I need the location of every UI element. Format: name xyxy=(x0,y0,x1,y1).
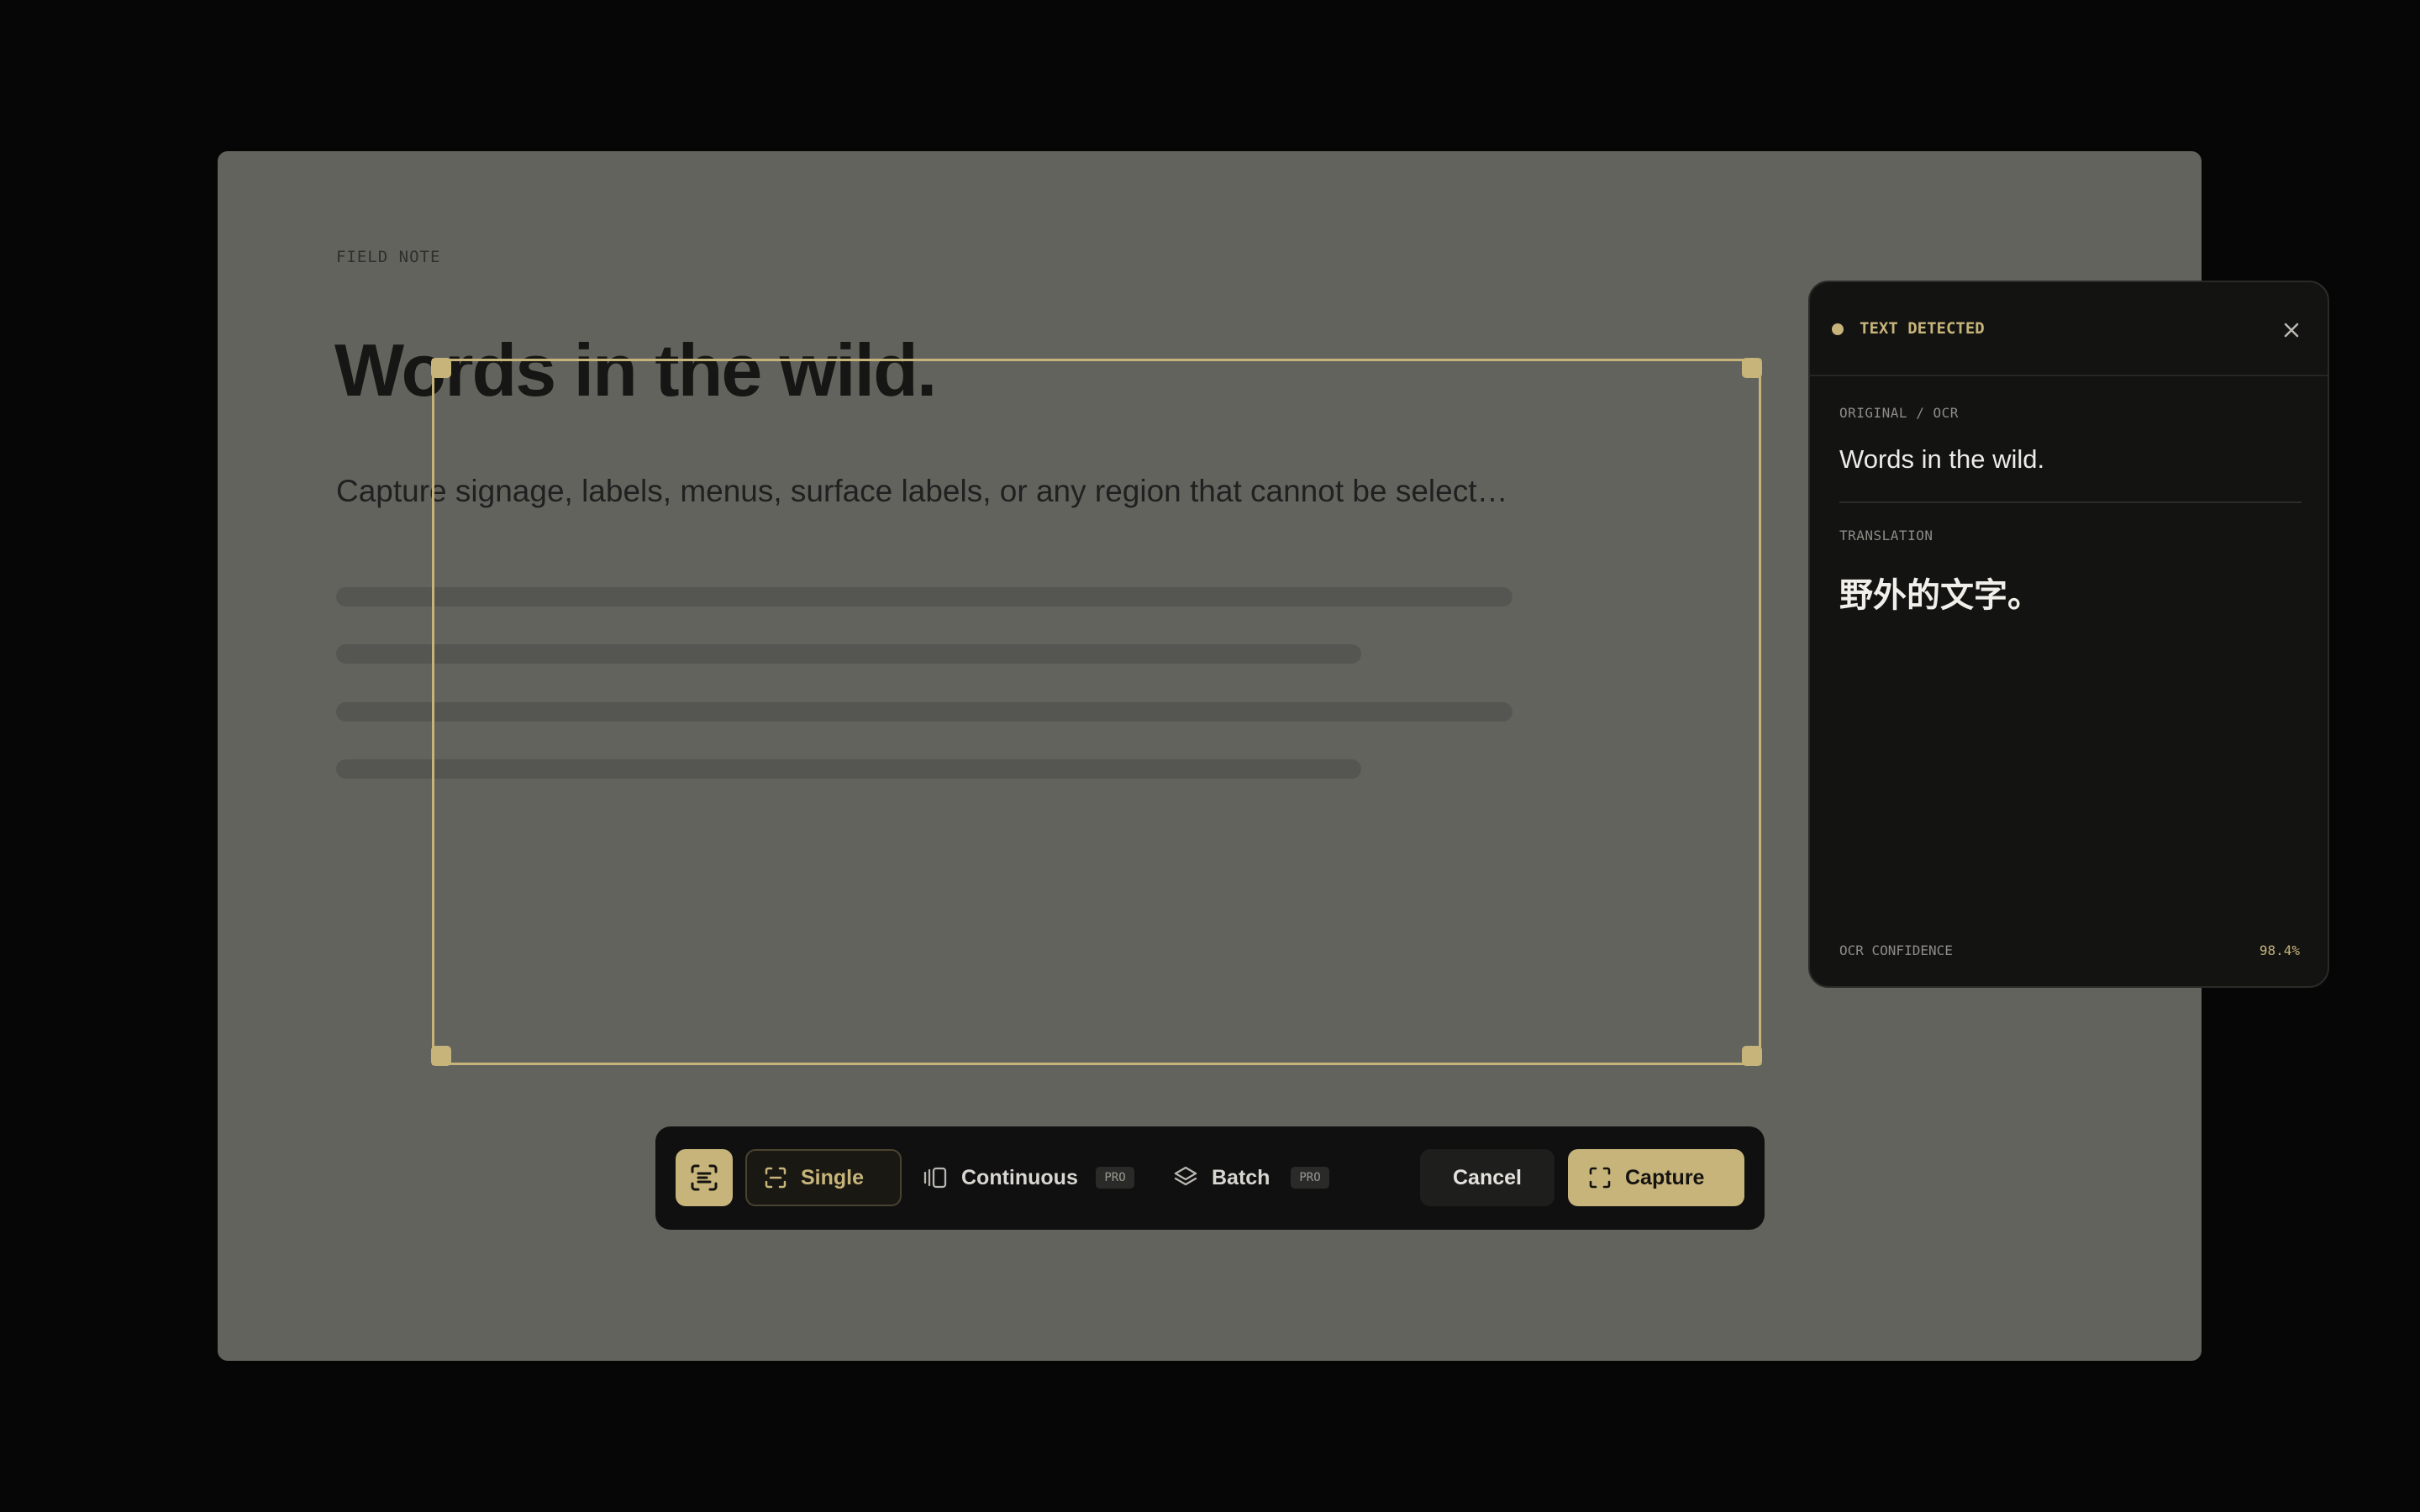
mode-continuous-label: Continuous xyxy=(961,1165,1078,1189)
status-label: TEXT DETECTED xyxy=(1860,319,1985,338)
capture-toolbar: Single Continuous PRO Batch PRO Cancel C… xyxy=(655,1126,1765,1230)
close-button[interactable] xyxy=(2281,319,2302,341)
mode-single-label: Single xyxy=(801,1165,865,1189)
original-section-label: ORIGINAL / OCR xyxy=(1839,405,1959,421)
text-scan-icon xyxy=(691,1164,718,1191)
status-dot-icon xyxy=(1832,323,1844,335)
capture-button[interactable]: Capture xyxy=(1568,1149,1744,1206)
resize-handle-top-right[interactable] xyxy=(1742,358,1762,378)
eyebrow-label: FIELD NOTE xyxy=(336,248,441,266)
resize-handle-bottom-left[interactable] xyxy=(431,1046,451,1066)
scan-frame-icon xyxy=(765,1167,786,1189)
mode-batch-button[interactable]: Batch xyxy=(1173,1149,1270,1206)
mode-batch-label: Batch xyxy=(1212,1165,1270,1189)
resize-handle-bottom-right[interactable] xyxy=(1742,1046,1762,1066)
capture-label: Capture xyxy=(1625,1165,1705,1189)
capture-selection-region[interactable] xyxy=(431,358,1762,1066)
mode-continuous-button[interactable]: Continuous xyxy=(923,1149,1078,1206)
original-ocr-text: Words in the wild. xyxy=(1839,444,2045,474)
continuous-frames-icon xyxy=(923,1167,947,1189)
close-icon xyxy=(2284,323,2299,338)
scan-frame-icon xyxy=(1589,1167,1611,1189)
layers-icon xyxy=(1174,1166,1197,1186)
ocr-result-panel: TEXT DETECTED ORIGINAL / OCR Words in th… xyxy=(1808,281,2329,988)
translation-text: 野外的文字。 xyxy=(1839,576,2041,615)
pro-badge: PRO xyxy=(1291,1167,1329,1189)
confidence-label: OCR CONFIDENCE xyxy=(1839,942,1953,958)
panel-header: TEXT DETECTED xyxy=(1810,282,2328,376)
pro-badge: PRO xyxy=(1096,1167,1134,1189)
cancel-button[interactable]: Cancel xyxy=(1420,1149,1555,1206)
resize-handle-top-left[interactable] xyxy=(431,358,451,378)
ocr-mode-button[interactable] xyxy=(676,1149,733,1206)
divider xyxy=(1839,501,2302,503)
translation-section-label: TRANSLATION xyxy=(1839,528,1933,543)
confidence-value: 98.4% xyxy=(2259,942,2300,958)
mode-single-button[interactable]: Single xyxy=(745,1149,902,1206)
